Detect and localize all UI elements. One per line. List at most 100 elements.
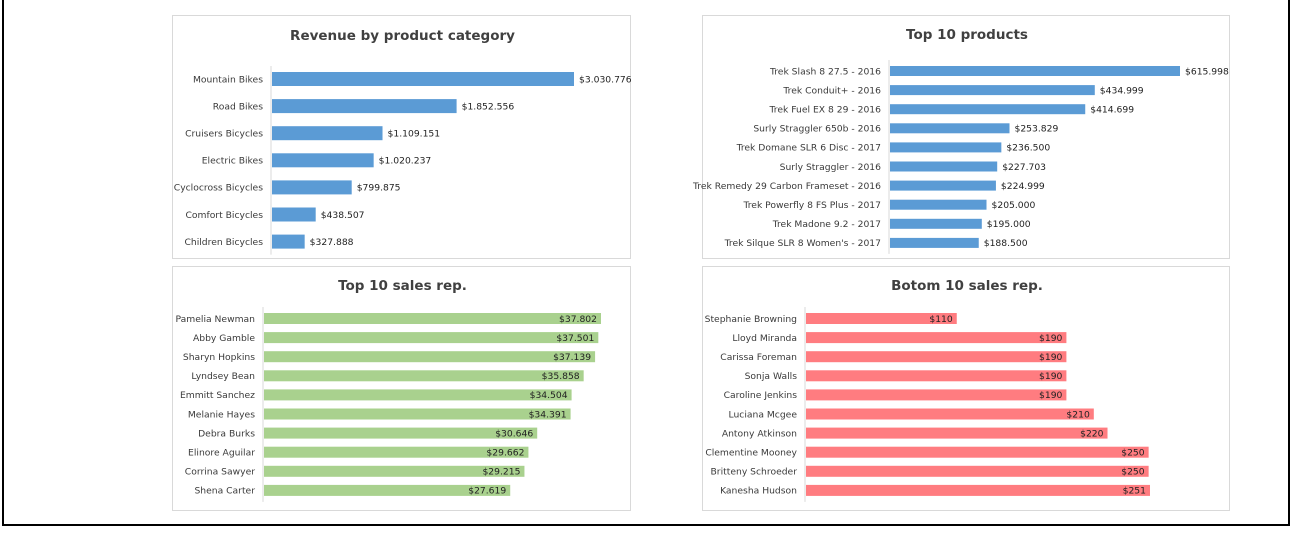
bar-antony-atkinson [806,427,1108,439]
category-label-surly-straggler-2016: Surly Straggler - 2016 [780,162,882,173]
value-label-cyclocross-bicycles: $799.875 [357,183,401,194]
value-label-mountain-bikes: $3.030.776 [579,74,632,85]
bar-children-bicycles [272,234,305,249]
category-label-elinore-aguilar: Elinore Aguilar [188,448,255,459]
category-label-antony-atkinson: Antony Atkinson [722,428,797,439]
category-label-trek-remedy-29-carbon-frameset-2016: Trek Remedy 29 Carbon Frameset - 2016 [692,181,881,192]
category-label-sharyn-hopkins: Sharyn Hopkins [183,352,255,363]
category-label-corrina-sawyer: Corrina Sawyer [185,467,255,478]
category-label-kanesha-hudson: Kanesha Hudson [720,486,797,497]
bar-caroline-jenkins [806,389,1067,401]
value-label-luciana-mcgee: $210 [1066,409,1090,420]
value-label-clementine-mooney: $250 [1121,448,1145,459]
value-label-shena-carter: $27.619 [468,486,506,497]
chart-top-10-sales-reps: Top 10 sales rep. Pamelia Newman $37.802 Ab… [172,266,631,511]
bar-clementine-mooney [806,446,1149,458]
value-label-lyndsey-bean: $35.858 [542,371,580,382]
bar-trek-remedy-29-carbon-frameset-2016 [890,180,996,191]
category-label-comfort-bicycles: Comfort Bicycles [185,210,263,221]
category-label-children-bicycles: Children Bicycles [184,237,263,248]
value-label-trek-domane-slr-6-disc-2017: $236.500 [1006,143,1050,154]
category-label-emmitt-sanchez: Emmitt Sanchez [180,390,255,401]
category-label-trek-fuel-ex-8-29-2016: Trek Fuel EX 8 29 - 2016 [769,105,882,116]
value-label-caroline-jenkins: $190 [1039,390,1063,401]
chart-svg-0: Revenue by product category Mountain Bike… [174,28,632,255]
bar-lloyd-miranda [806,332,1067,344]
value-label-trek-remedy-29-carbon-frameset-2016: $224.999 [1001,181,1045,192]
bar-surly-straggler-650b-2016 [890,123,1010,134]
chart-top-10-products: Top 10 products Trek Slash 8 27.5 - 2016 $… [692,15,1230,259]
category-label-stephanie-browning: Stephanie Browning [705,314,797,325]
category-label-clementine-mooney: Clementine Mooney [705,448,797,459]
category-label-abby-gamble: Abby Gamble [193,333,255,344]
category-label-surly-straggler-650b-2016: Surly Straggler 650b - 2016 [753,124,881,135]
bar-trek-silque-slr-8-women-s-2017 [890,237,979,248]
category-label-cruisers-bicycles: Cruisers Bicycles [185,129,263,140]
chart-svg-1: Top 10 products Trek Slash 8 27.5 - 2016 $… [692,27,1229,254]
value-label-antony-atkinson: $220 [1080,428,1104,439]
value-label-electric-bikes: $1.020.237 [379,156,432,167]
value-label-road-bikes: $1.852.556 [462,101,515,112]
value-label-carissa-foreman: $190 [1039,352,1063,363]
value-label-trek-silque-slr-8-women-s-2017: $188.500 [984,238,1028,249]
bar-trek-slash-8-27-5-2016 [890,66,1180,76]
bar-sonja-walls [806,370,1067,382]
bar-trek-domane-slr-6-disc-2017 [890,142,1002,153]
bar-carissa-foreman [806,351,1067,363]
bar-abby-gamble [264,332,599,344]
dashboard-frame: Revenue by product category Mountain Bike… [2,0,1290,526]
bar-kanesha-hudson [806,484,1150,496]
bar-road-bikes [272,99,457,114]
chart-svg-2: Top 10 sales rep. Pamelia Newman $37.802 Ab… [176,278,601,502]
value-label-emmitt-sanchez: $34.504 [530,390,568,401]
category-label-trek-silque-slr-8-women-s-2017: Trek Silque SLR 8 Women's - 2017 [724,238,882,249]
category-label-shena-carter: Shena Carter [194,486,255,497]
bar-melanie-hayes [264,408,571,420]
category-label-electric-bikes: Electric Bikes [202,156,263,167]
bar-luciana-mcgee [806,408,1094,420]
value-label-surly-straggler-2016: $227.703 [1002,162,1046,173]
category-label-trek-madone-9-2-2017: Trek Madone 9.2 - 2017 [772,219,881,230]
category-label-caroline-jenkins: Caroline Jenkins [724,390,798,401]
value-label-comfort-bicycles: $438.507 [321,210,365,221]
chart-title: Botom 10 sales rep. [891,278,1043,294]
value-label-sharyn-hopkins: $37.139 [553,352,591,363]
category-label-cyclocross-bicycles: Cyclocross Bicycles [174,183,263,194]
bar-cyclocross-bicycles [272,180,352,195]
bar-comfort-bicycles [272,207,316,222]
value-label-trek-conduit-2016: $434.999 [1100,85,1144,96]
category-label-britteny-schroeder: Britteny Schroeder [711,467,798,478]
category-label-lyndsey-bean: Lyndsey Bean [191,371,255,382]
chart-title: Revenue by product category [290,28,515,44]
chart-bottom-10-sales-reps: Botom 10 sales rep. Stephanie Browning $11… [702,266,1230,511]
category-label-mountain-bikes: Mountain Bikes [193,74,263,85]
chart-svg-3: Botom 10 sales rep. Stephanie Browning $11… [705,278,1150,502]
category-label-trek-domane-slr-6-disc-2017: Trek Domane SLR 6 Disc - 2017 [736,143,882,154]
category-label-sonja-walls: Sonja Walls [745,371,798,382]
category-label-road-bikes: Road Bikes [213,101,263,112]
bar-trek-fuel-ex-8-29-2016 [890,104,1086,115]
category-label-lloyd-miranda: Lloyd Miranda [732,333,797,344]
category-label-debra-burks: Debra Burks [198,428,255,439]
bar-electric-bikes [272,153,374,168]
value-label-surly-straggler-650b-2016: $253.829 [1014,124,1058,135]
bar-cruisers-bicycles [272,126,383,141]
chart-revenue-by-category: Revenue by product category Mountain Bike… [172,15,632,259]
category-label-carissa-foreman: Carissa Foreman [720,352,797,363]
bar-britteny-schroeder [806,465,1149,477]
value-label-abby-gamble: $37.501 [556,333,594,344]
value-label-kanesha-hudson: $251 [1123,486,1146,497]
value-label-sonja-walls: $190 [1039,371,1063,382]
value-label-lloyd-miranda: $190 [1039,333,1063,344]
category-label-melanie-hayes: Melanie Hayes [188,409,255,420]
category-label-trek-powerfly-8-fs-plus-2017: Trek Powerfly 8 FS Plus - 2017 [742,200,881,211]
value-label-trek-fuel-ex-8-29-2016: $414.699 [1090,105,1134,116]
bar-emmitt-sanchez [264,389,572,401]
value-label-britteny-schroeder: $250 [1121,467,1145,478]
bar-mountain-bikes [272,72,574,86]
category-label-luciana-mcgee: Luciana Mcgee [728,409,797,420]
value-label-cruisers-bicycles: $1.109.151 [388,129,441,140]
value-label-trek-madone-9-2-2017: $195.000 [987,219,1031,230]
value-label-stephanie-browning: $110 [929,314,953,325]
value-label-debra-burks: $30.646 [495,428,533,439]
